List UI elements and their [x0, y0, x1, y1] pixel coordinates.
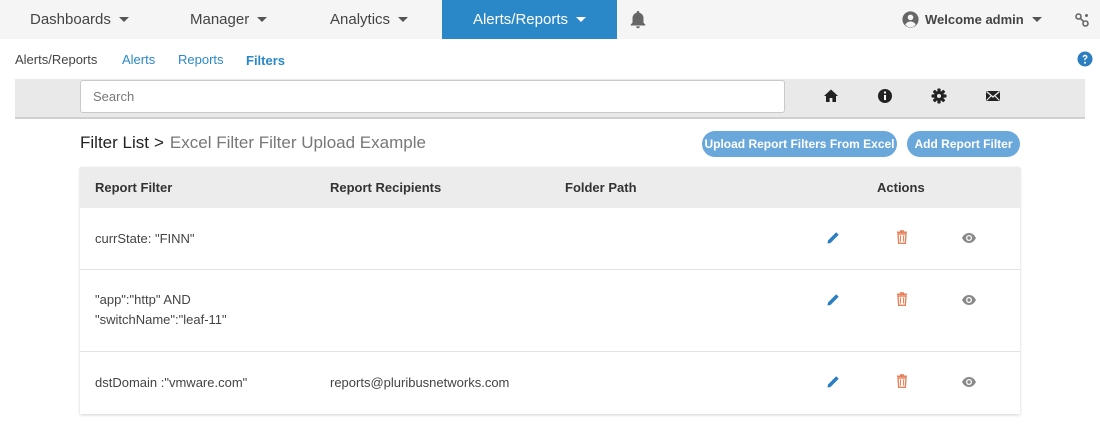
bell-icon[interactable] [627, 9, 649, 31]
page-title: Filter List > Excel Filter Filter Upload E… [80, 133, 426, 153]
upload-report-filters-button[interactable]: Upload Report Filters From Excel [702, 131, 897, 157]
subnav-alerts[interactable]: Alerts [122, 52, 155, 67]
nav-alerts-reports-label: Alerts/Reports [472, 11, 569, 28]
network-settings-icon[interactable] [1074, 12, 1090, 28]
subnav-alerts-reports[interactable]: Alerts/Reports [15, 52, 97, 67]
subnav-filters[interactable]: Filters [246, 53, 285, 68]
envelope-icon[interactable] [984, 87, 1002, 105]
column-header-folder-path: Folder Path [565, 180, 637, 195]
chevron-down-icon [576, 17, 587, 22]
trash-icon[interactable] [894, 229, 910, 245]
search-input[interactable] [80, 80, 785, 113]
home-icon[interactable] [822, 87, 840, 105]
filter-cell: dstDomain :"vmware.com" [95, 373, 247, 393]
subnav-reports[interactable]: Reports [178, 52, 224, 67]
user-avatar-icon [902, 11, 919, 28]
nav-manager-label: Manager [190, 11, 250, 28]
eye-icon[interactable] [961, 292, 977, 308]
chevron-down-icon [257, 17, 268, 22]
filter-text: currState: "FINN" [95, 231, 195, 246]
filter-text: dstDomain :"vmware.com" [95, 375, 248, 390]
user-menu[interactable]: Welcome admin [902, 0, 1042, 39]
top-navbar: Dashboards Manager Analytics Alerts/Repo… [0, 0, 1100, 39]
filter-name-title: Excel Filter Filter Upload Example [169, 133, 426, 152]
filter-cell: currState: "FINN" [95, 229, 195, 249]
column-header-report-recipients: Report Recipients [330, 180, 442, 195]
eye-icon[interactable] [961, 374, 977, 390]
recipients-cell: reports@pluribusnetworks.com [330, 375, 510, 390]
info-icon[interactable] [876, 87, 894, 105]
nav-manager[interactable]: Manager [190, 0, 268, 39]
edit-pencil-icon[interactable] [825, 230, 841, 246]
report-filter-table: Report Filter Report Recipients Folder P… [80, 167, 1020, 414]
chevron-down-icon [1031, 17, 1042, 22]
table-header: Report Filter Report Recipients Folder P… [80, 167, 1020, 208]
nav-analytics-label: Analytics [330, 11, 391, 28]
trash-icon[interactable] [894, 373, 910, 389]
filter-text: "app":"http" AND [95, 292, 191, 307]
table-row: dstDomain :"vmware.com" reports@pluribus… [80, 352, 1020, 414]
chevron-down-icon [398, 17, 409, 22]
table-row: "app":"http" AND "switchName":"leaf-11" [80, 270, 1020, 352]
nav-dashboards[interactable]: Dashboards [30, 0, 129, 39]
breadcrumb-separator: > [153, 133, 164, 152]
help-icon[interactable] [1077, 51, 1093, 67]
trash-icon[interactable] [894, 291, 910, 307]
eye-icon[interactable] [961, 230, 977, 246]
edit-pencil-icon[interactable] [825, 374, 841, 390]
column-header-actions: Actions [877, 180, 925, 195]
welcome-text: Welcome admin [925, 12, 1024, 27]
gear-icon[interactable] [930, 87, 948, 105]
filter-cell: "app":"http" AND "switchName":"leaf-11" [95, 290, 227, 330]
nav-dashboards-label: Dashboards [30, 11, 111, 28]
table-row: currState: "FINN" [80, 208, 1020, 270]
filter-text: "switchName":"leaf-11" [95, 312, 227, 327]
column-header-report-filter: Report Filter [95, 180, 173, 195]
edit-pencil-icon[interactable] [825, 292, 841, 308]
search-toolbar [15, 79, 1085, 119]
chevron-down-icon [118, 17, 129, 22]
breadcrumb-filter-list[interactable]: Filter List [80, 133, 149, 152]
nav-alerts-reports[interactable]: Alerts/Reports [442, 0, 617, 39]
nav-analytics[interactable]: Analytics [330, 0, 409, 39]
add-report-filter-button[interactable]: Add Report Filter [907, 131, 1020, 157]
